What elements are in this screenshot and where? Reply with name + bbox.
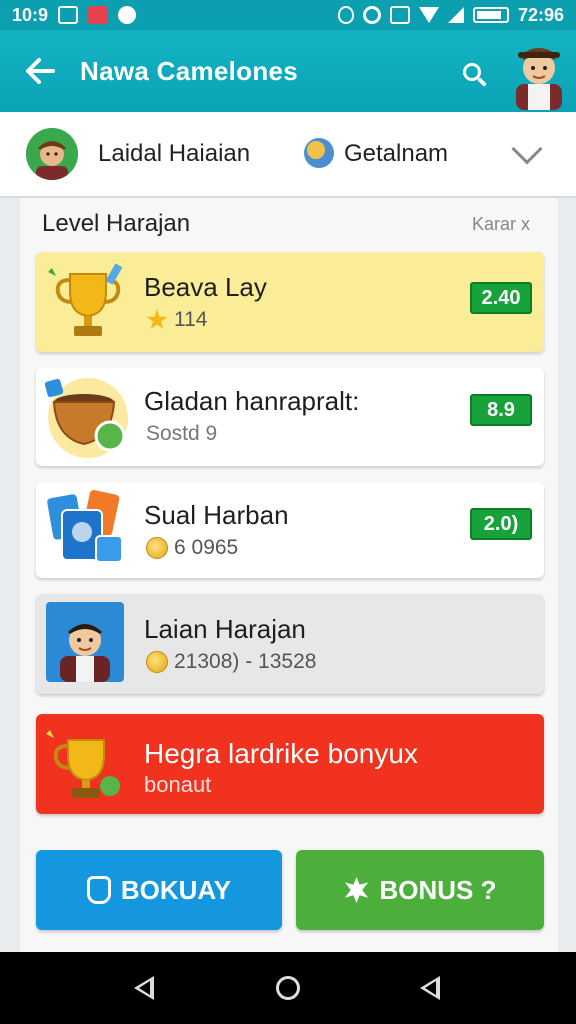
bonus-title: Hegra lardrike bonyux — [144, 738, 418, 769]
back-arrow-icon[interactable] — [0, 30, 80, 112]
bokuay-button-label: BOKUAY — [120, 874, 232, 905]
item-name: Sual Harban — [144, 500, 289, 530]
bonus-button-label: BONUS ? — [379, 874, 497, 905]
list-item[interactable]: Laian Harajan 21308) - 13528 — [36, 594, 544, 694]
nav-back-icon[interactable] — [134, 976, 154, 1000]
panel-title: Level Harajan — [42, 210, 191, 237]
person-icon — [46, 602, 124, 682]
item-name: Laian Harajan — [144, 614, 306, 644]
item-rating-value: 114 — [174, 308, 208, 331]
bonus-button[interactable]: BONUS ? — [296, 850, 544, 930]
item-value-badge: 2.0) — [470, 508, 532, 540]
level-panel: Level Harajan Karar x Beava Lay 114 2.40… — [20, 198, 558, 952]
star-icon — [146, 309, 168, 330]
nav-recent-icon[interactable] — [420, 976, 440, 1000]
item-range-value: 21308) - 13528 — [174, 650, 317, 673]
search-button[interactable] — [452, 52, 492, 92]
page-title: Nawa Camelones — [80, 55, 299, 86]
shield-icon — [86, 876, 111, 904]
chevron-down-icon[interactable] — [511, 133, 543, 165]
search-icon — [463, 63, 481, 81]
coin-icon — [146, 537, 168, 559]
bonus-subtitle: bonaut — [144, 772, 212, 797]
item-coins-value: 6 0965 — [174, 536, 239, 559]
status-time-left: 10:9 — [12, 4, 49, 25]
item-rating: 114 — [146, 308, 207, 332]
app-bar: Nawa Camelones — [0, 30, 576, 112]
app-notification-icon — [88, 6, 109, 24]
trophy-icon — [48, 263, 123, 336]
item-subtitle: Sostd 9 — [146, 422, 218, 445]
record-notification-icon — [118, 6, 137, 24]
system-nav-bar — [0, 952, 576, 1024]
filter-bar: Laidal Haiaian Getalnam — [0, 112, 576, 198]
shield-status-icon — [337, 6, 354, 24]
signal-icon — [447, 7, 464, 23]
category-icon — [304, 138, 334, 168]
image-notification-icon — [58, 6, 79, 24]
item-name: Beava Lay — [144, 272, 267, 302]
bokuay-button[interactable]: BOKUAY — [36, 850, 282, 930]
user-avatar[interactable] — [26, 128, 78, 180]
status-bar: 10:9 72:96 — [0, 0, 576, 30]
item-value-badge: 2.40 — [470, 282, 532, 314]
nav-home-icon[interactable] — [276, 976, 300, 1000]
sparkle-icon — [344, 877, 369, 903]
coin-icon — [146, 651, 168, 673]
item-coins: 6 0965 — [146, 536, 238, 560]
panel-close-link[interactable]: Karar x — [472, 214, 530, 235]
battery-icon — [472, 7, 509, 23]
trophy-icon — [46, 730, 120, 798]
list-item[interactable]: Sual Harban 6 0965 2.0) — [36, 482, 544, 578]
category-select[interactable]: Getalnam — [344, 140, 448, 168]
item-range: 21308) - 13528 — [146, 650, 316, 674]
user-name[interactable]: Laidal Haiaian — [98, 140, 250, 168]
cards-icon — [47, 490, 123, 563]
wifi-icon — [418, 7, 439, 23]
list-item[interactable]: Beava Lay 114 2.40 — [36, 252, 544, 352]
bonus-card[interactable]: Hegra lardrike bonyux bonaut — [36, 714, 544, 814]
no-sim-icon — [389, 6, 410, 24]
alarm-icon — [362, 6, 381, 24]
profile-avatar[interactable] — [510, 38, 568, 110]
status-time-right: 72:96 — [517, 4, 564, 25]
pot-icon — [44, 378, 128, 458]
list-item[interactable]: Gladan hanrapralt: Sostd 9 8.9 — [36, 368, 544, 466]
item-name: Gladan hanrapralt: — [144, 386, 360, 416]
item-value-badge: 8.9 — [470, 394, 532, 426]
